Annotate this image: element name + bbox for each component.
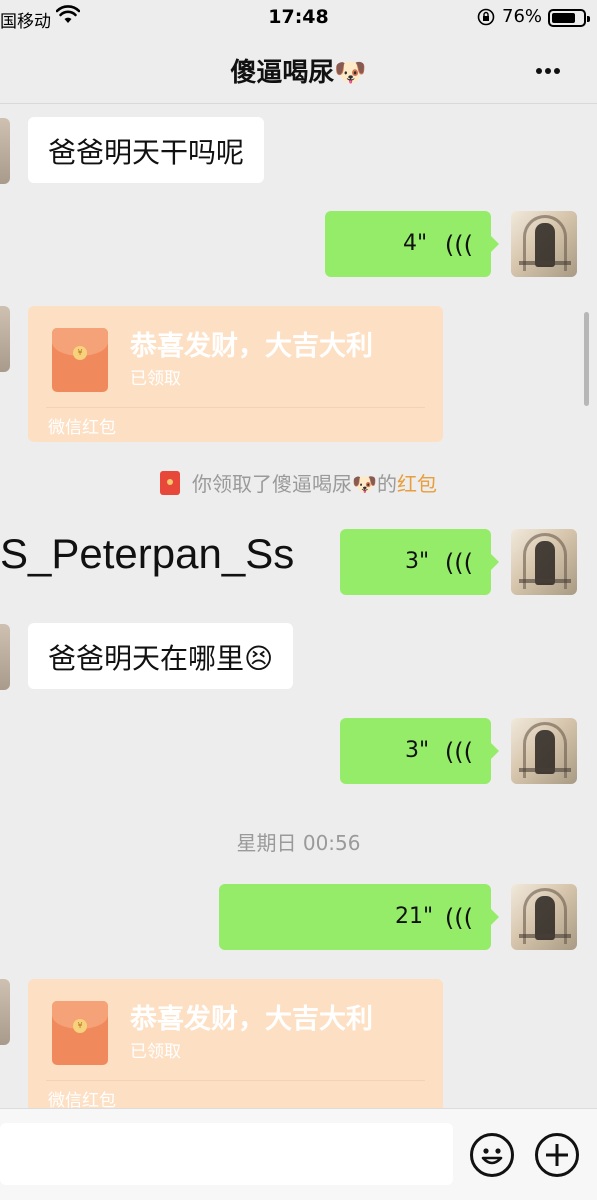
- voice-wave-icon: (((: [444, 231, 473, 259]
- contact-avatar[interactable]: [0, 306, 10, 372]
- voice-duration: 3": [405, 549, 430, 574]
- voice-duration: 21": [395, 904, 434, 929]
- voice-wave-icon: (((: [444, 549, 473, 577]
- red-packet-footer: 微信红包: [48, 418, 116, 438]
- message-input[interactable]: [0, 1123, 453, 1185]
- my-avatar[interactable]: [511, 718, 577, 784]
- my-avatar[interactable]: [511, 211, 577, 277]
- more-dots-icon[interactable]: [528, 58, 568, 82]
- red-packet-status: 已领取: [130, 1042, 181, 1062]
- voice-message-bubble[interactable]: 3" (((: [340, 718, 499, 784]
- system-message-text: 你领取了傻逼喝尿🐶的: [192, 472, 397, 496]
- my-avatar[interactable]: [511, 884, 577, 950]
- red-packet-link[interactable]: 红包: [397, 472, 437, 496]
- contact-avatar[interactable]: [0, 624, 10, 690]
- chat-header: 傻逼喝尿🐶: [0, 36, 597, 104]
- voice-message-bubble[interactable]: 21" (((: [219, 884, 499, 950]
- contact-avatar[interactable]: [0, 979, 10, 1045]
- battery-percent: 76%: [502, 6, 543, 27]
- voice-wave-icon: (((: [444, 738, 473, 766]
- timestamp: 星期日 00:56: [236, 831, 361, 855]
- red-packet-title: 恭喜发财，大吉大利: [130, 1004, 373, 1035]
- red-packet-title: 恭喜发财，大吉大利: [130, 331, 373, 362]
- overlay-username-text: S_Peterpan_Ss: [0, 530, 295, 577]
- voice-duration: 4": [403, 231, 428, 256]
- contact-avatar[interactable]: [0, 118, 10, 184]
- battery-icon: [548, 9, 590, 27]
- emoji-icon[interactable]: [470, 1133, 514, 1177]
- scrollbar[interactable]: [584, 312, 589, 406]
- text-message-bubble[interactable]: 爸爸明天在哪里😣: [28, 623, 294, 689]
- plus-icon[interactable]: [535, 1133, 579, 1177]
- red-packet-icon: ¥: [52, 328, 108, 392]
- red-packet-icon: ¥: [52, 1001, 108, 1065]
- voice-message-bubble[interactable]: 4" (((: [325, 211, 499, 277]
- voice-wave-icon: (((: [444, 904, 473, 932]
- red-packet-card[interactable]: ¥ 恭喜发财，大吉大利 已领取 微信红包: [28, 979, 443, 1115]
- voice-message-bubble[interactable]: 3" (((: [340, 529, 499, 595]
- red-packet-small-icon: [160, 471, 181, 495]
- chat-title: 傻逼喝尿🐶: [230, 58, 367, 88]
- red-packet-status: 已领取: [130, 369, 181, 389]
- red-packet-card[interactable]: ¥ 恭喜发财，大吉大利 已领取 微信红包: [28, 306, 443, 442]
- status-bar: 国移动 17:48 76%: [0, 0, 597, 36]
- input-bar: [0, 1108, 597, 1200]
- text-message-bubble[interactable]: 爸爸明天干吗呢: [28, 117, 265, 183]
- system-message: 你领取了傻逼喝尿🐶的红包: [0, 468, 597, 497]
- my-avatar[interactable]: [511, 529, 577, 595]
- voice-duration: 3": [405, 738, 430, 763]
- rotation-lock-icon: [477, 8, 495, 30]
